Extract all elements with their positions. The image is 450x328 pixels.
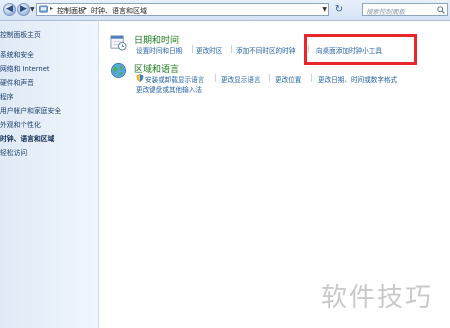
link-add-clocks-different-zones[interactable]: 添加不同时区的时钟 [236, 45, 295, 55]
sidebar-item-appearance[interactable]: 外观和个性化 [0, 119, 41, 129]
breadcrumb-separator-icon[interactable]: ▸ [50, 5, 53, 12]
refresh-icon[interactable]: ↻ [333, 4, 345, 16]
link-divider [215, 74, 216, 82]
back-button[interactable]: ◀ [3, 3, 16, 16]
sidebar: 控制面板主页 系统和安全 网络和 Internet 硬件和声音 程序 用户帐户和… [0, 21, 99, 328]
search-icon[interactable] [437, 6, 445, 14]
link-change-location[interactable]: 更改位置 [275, 74, 301, 84]
sidebar-item-clock-language-region[interactable]: 时钟、语言和区域 [0, 133, 54, 143]
sidebar-item-hardware-sound[interactable]: 硬件和声音 [0, 77, 34, 87]
link-divider [192, 45, 193, 53]
breadcrumb-separator-icon[interactable]: ▸ [84, 5, 87, 12]
link-divider [311, 74, 312, 82]
highlight-box [304, 34, 417, 65]
sidebar-item-control-panel-home[interactable]: 控制面板主页 [0, 29, 41, 39]
sidebar-item-network-internet[interactable]: 网络和 Internet [0, 63, 50, 73]
search-placeholder: 搜索控制面板 [366, 8, 405, 16]
link-install-uninstall-display-languages[interactable]: 安装或卸载显示语言 [145, 74, 204, 84]
link-change-keyboards-input-methods[interactable]: 更改键盘或其他输入法 [136, 84, 202, 94]
sidebar-item-programs[interactable]: 程序 [0, 91, 14, 101]
sidebar-item-user-accounts[interactable]: 用户帐户和家庭安全 [0, 105, 61, 115]
link-divider [231, 45, 232, 53]
address-dropdown-icon[interactable]: ▼ [322, 6, 327, 13]
search-input[interactable]: 搜索控制面板 [362, 3, 448, 16]
link-change-date-time-number-formats[interactable]: 更改日期、时间或数字格式 [318, 74, 397, 84]
history-dropdown-icon[interactable]: ▼ [30, 6, 35, 13]
forward-button[interactable]: ▶ [17, 3, 30, 16]
breadcrumb-control-panel[interactable]: 控制面板 [57, 6, 85, 16]
back-arrow-icon: ◀ [6, 4, 13, 14]
globe-icon[interactable] [110, 62, 127, 79]
uac-shield-icon [136, 74, 144, 82]
control-panel-icon [39, 5, 48, 13]
link-change-time-zone[interactable]: 更改时区 [196, 45, 222, 55]
link-change-display-language[interactable]: 更改显示语言 [221, 74, 261, 84]
calendar-clock-icon[interactable] [110, 34, 127, 51]
link-set-time-date[interactable]: 设置时间和日期 [136, 45, 182, 55]
sidebar-item-ease-of-access[interactable]: 轻松访问 [0, 147, 27, 157]
watermark-text: 软件技巧 [321, 283, 434, 313]
address-field[interactable]: ▸ 控制面板 ▸ 时钟、语言和区域 ▼ [36, 3, 329, 16]
forward-arrow-icon: ▶ [20, 4, 27, 14]
breadcrumb-clock-language-region[interactable]: 时钟、语言和区域 [91, 6, 147, 16]
link-divider [269, 74, 270, 82]
address-toolbar: ◀ ▶ ▼ ▸ 控制面板 ▸ 时钟、语言和区域 ▼ ↻ 搜索控制面板 [0, 0, 450, 21]
sidebar-item-system-security[interactable]: 系统和安全 [0, 49, 34, 59]
